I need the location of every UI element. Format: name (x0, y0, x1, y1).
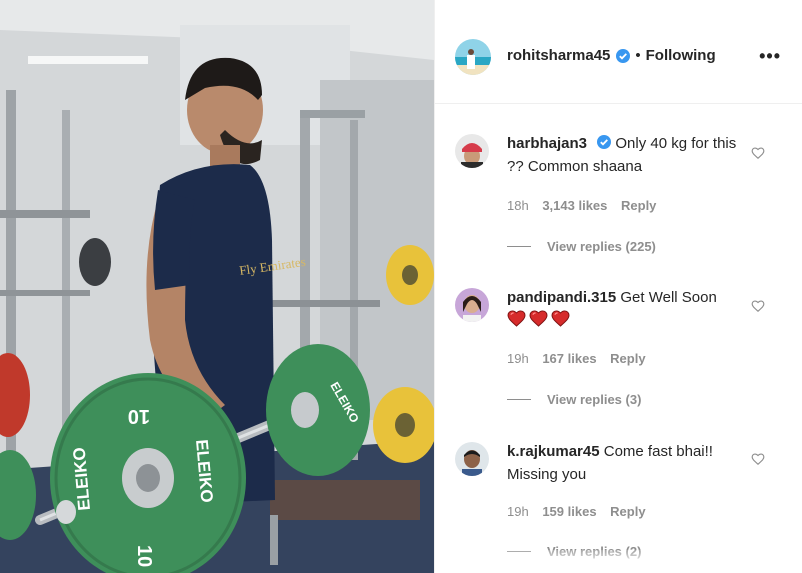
replies-divider-line (507, 246, 531, 247)
commenter-avatar[interactable] (455, 288, 489, 322)
comment-body: harbhajan3 Only 40 kg for this ?? Common… (507, 132, 745, 178)
comment-likes[interactable]: 159 likes (542, 504, 596, 519)
post-header: rohitsharma45 • Following ••• (435, 0, 802, 104)
replies-divider-line (507, 399, 531, 400)
verified-badge-icon (616, 48, 631, 63)
more-options-icon[interactable]: ••• (759, 46, 781, 67)
commenter-username[interactable]: pandipandi.315 (507, 289, 616, 306)
comment-time: 18h (507, 198, 529, 213)
header-separator: • (635, 47, 641, 64)
view-replies-button[interactable]: View replies (225) (507, 239, 656, 254)
commenter-avatar[interactable] (455, 134, 489, 168)
reply-button[interactable]: Reply (610, 351, 645, 366)
profile-avatar-image (455, 288, 489, 322)
commenter-username[interactable]: harbhajan3 (507, 135, 587, 152)
comment-meta: 18h 3,143 likes Reply (507, 198, 666, 213)
commenter-avatar[interactable] (455, 442, 489, 476)
like-heart-icon[interactable] (751, 146, 765, 160)
reply-button[interactable]: Reply (610, 504, 645, 519)
comment-time: 19h (507, 351, 529, 366)
comment-meta: 19h 167 likes Reply (507, 351, 656, 366)
comment-body: k.rajkumar45 Come fast bhai!! Missing yo… (507, 440, 745, 486)
view-replies-label: View replies (3) (547, 392, 642, 407)
comment-body: pandipandi.315 Get Well Soon (507, 286, 745, 327)
red-heart-emoji-icon (507, 310, 526, 327)
comment-likes[interactable]: 3,143 likes (542, 198, 607, 213)
front-plate-weight-top: 10 (128, 405, 150, 427)
verified-badge-icon (597, 135, 612, 149)
comment-time: 19h (507, 504, 529, 519)
author-username[interactable]: rohitsharma45 (507, 47, 610, 64)
following-button[interactable]: Following (646, 47, 716, 64)
like-heart-icon[interactable] (751, 452, 765, 466)
emoji-row (507, 310, 745, 327)
turban-avatar-image (455, 134, 489, 168)
red-heart-emoji-icon (529, 310, 548, 327)
view-replies-button[interactable]: View replies (3) (507, 392, 641, 407)
scroll-fade-overlay (435, 550, 802, 573)
like-heart-icon[interactable] (751, 299, 765, 313)
comment-meta: 19h 159 likes Reply (507, 504, 656, 519)
gym-scene-image: Fly Emirates ELEIKO 10 ELEIKO ELEIKO 10 (0, 0, 434, 573)
commenter-username[interactable]: k.rajkumar45 (507, 443, 600, 460)
comments-panel: rohitsharma45 • Following ••• harbhajan3 (434, 0, 802, 573)
view-replies-label: View replies (225) (547, 239, 656, 254)
profile-avatar-image (455, 442, 489, 476)
front-plate-weight-bottom: 10 (133, 545, 155, 567)
post-media[interactable]: Fly Emirates ELEIKO 10 ELEIKO ELEIKO 10 (0, 0, 434, 573)
comment-likes[interactable]: 167 likes (542, 351, 596, 366)
reply-button[interactable]: Reply (621, 198, 656, 213)
red-heart-emoji-icon (551, 310, 570, 327)
comment-text: Get Well Soon (620, 289, 717, 306)
beach-avatar-image (455, 39, 491, 75)
author-avatar[interactable] (455, 39, 491, 75)
